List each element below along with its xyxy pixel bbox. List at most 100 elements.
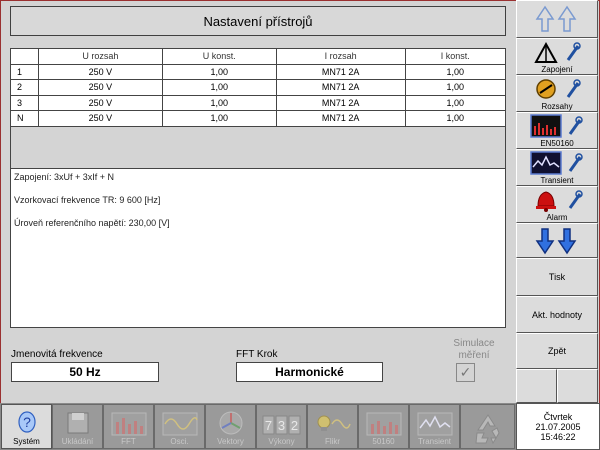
blank-button-right[interactable] [557,369,598,403]
table-cell[interactable]: MN71 2A [275,94,406,111]
clock-date: 21.07.2005 [535,421,581,432]
toolbar-label: Vektory [217,437,244,446]
connection-triangle-icon [534,41,581,63]
table-row[interactable]: 2 250 V 1,00 MN71 2A 1,00 [10,79,507,96]
table-header: I rozsah [275,48,406,65]
table-cell[interactable]: 1,00 [404,79,507,96]
nominal-frequency-field[interactable]: 50 Hz [11,362,159,382]
transient-wave-icon [530,150,583,175]
en50160-label: EN50160 [540,138,574,148]
toolbar-recycle-button[interactable] [460,404,515,449]
toolbar-power-button[interactable]: 7 3 2 Výkony [256,404,307,449]
table-header: U rozsah [38,48,163,65]
clock-time: 15:46:22 [540,431,576,442]
table-header [10,48,39,65]
toolbar-save-button[interactable]: Ukládání [52,404,103,449]
digit-3: 2 [290,418,297,433]
table-cell[interactable]: 1,00 [404,110,507,127]
zapojeni-button[interactable]: Zapojení [516,38,598,75]
double-arrow-up-icon [535,5,577,32]
svg-text:?: ? [23,414,31,430]
alarm-button[interactable]: Alarm [516,186,598,223]
digital-display-icon: 7 3 2 [262,415,300,435]
table-cell[interactable]: MN71 2A [275,63,406,80]
alarm-label: Alarm [546,212,568,222]
zapojeni-label: Zapojení [541,64,573,74]
table-row[interactable]: N 250 V 1,00 MN71 2A 1,00 [10,110,507,127]
table-cell: 1 [10,63,39,80]
table-cell[interactable]: 1,00 [161,94,277,111]
rozsahy-label: Rozsahy [541,101,573,111]
table-cell[interactable]: 1,00 [404,94,507,111]
floppy-disk-icon [67,412,88,434]
toolbar-50160-button[interactable]: 50160 [358,404,409,449]
nominal-frequency-label: Jmenovitá frekvence [11,349,103,360]
instrument-table: U rozsah U konst. I rozsah I konst. 1 25… [10,48,507,127]
connection-info: Zapojení: 3xUf + 3xIf + N [14,172,115,182]
blank-button-left[interactable] [516,369,557,403]
question-mark-icon: ? [17,411,36,433]
table-cell[interactable]: 250 V [38,79,163,96]
table-cell[interactable]: 1,00 [161,110,277,127]
table-cell[interactable]: MN71 2A [275,110,406,127]
table-header-row: U rozsah U konst. I rozsah I konst. [10,48,507,65]
simulation-label: Simulace měření [453,338,495,361]
table-cell: N [10,110,39,127]
range-gauge-icon [536,78,581,99]
toolbar-label: 50160 [372,437,395,446]
toolbar-flicker-button[interactable]: Flikr [307,404,358,449]
toolbar-label: Transient [417,437,452,446]
toolbar-fft-button[interactable]: FFT [103,404,154,449]
alarm-bell-icon [536,189,583,212]
rozsahy-button[interactable]: Rozsahy [516,75,598,112]
transient-label: Transient [540,175,574,185]
en50160-chart-icon [366,412,401,436]
table-spacer [10,127,506,169]
page-title: Nastavení přístrojů [10,6,506,36]
fft-step-label: FFT Krok [236,349,278,360]
en50160-chart-icon [530,113,583,138]
toolbar-label: Výkony [268,437,295,446]
double-arrow-down-icon [535,227,577,254]
digit-1: 7 [264,418,271,433]
scroll-down-button[interactable] [516,223,598,258]
scroll-up-button[interactable] [516,0,598,38]
digit-2: 3 [277,418,284,433]
toolbar-label: Flikr [324,437,341,446]
toolbar-label: Ukládání [61,437,94,446]
toolbar-label: Osci. [170,437,189,446]
reference-voltage-info: Úroveň referenčního napětí: 230,00 [V] [14,218,170,228]
toolbar-osci-button[interactable]: Osci. [154,404,205,449]
table-cell[interactable]: 250 V [38,63,163,80]
toolbar-system-button[interactable]: ? Systém [1,404,52,449]
oscilloscope-wave-icon [162,412,198,436]
fft-step-field[interactable]: Harmonické [236,362,383,382]
vector-diagram-icon [219,411,242,435]
sampling-frequency-info: Vzorkovací frekvence TR: 9 600 [Hz] [14,195,161,205]
flicker-bulb-icon [317,415,351,431]
recycle-icon [474,414,500,445]
transient-wave-icon [417,412,452,436]
table-row[interactable]: 1 250 V 1,00 MN71 2A 1,00 [10,63,507,80]
table-cell[interactable]: 1,00 [404,63,507,80]
table-cell[interactable]: 250 V [38,94,163,111]
toolbar-vectors-button[interactable]: Vektory [205,404,256,449]
clock-display: Čtvrtek 21.07.2005 15:46:22 [516,403,600,450]
table-cell[interactable]: 1,00 [161,63,277,80]
table-header: U konst. [161,48,277,65]
clock-day: Čtvrtek [543,411,573,422]
print-button[interactable]: Tisk [516,258,598,296]
toolbar-transient-button[interactable]: Transient [409,404,460,449]
table-row[interactable]: 3 250 V 1,00 MN71 2A 1,00 [10,94,507,111]
table-cell: 3 [10,94,39,111]
simulation-checkbox[interactable]: ✓ [456,363,475,382]
transient-button[interactable]: Transient [516,149,598,186]
table-cell[interactable]: MN71 2A [275,79,406,96]
back-button[interactable]: Zpět [516,333,598,369]
checkmark-icon: ✓ [459,364,472,380]
table-cell[interactable]: 1,00 [161,79,277,96]
en50160-button[interactable]: EN50160 [516,112,598,149]
fft-bars-icon [111,412,146,436]
table-cell[interactable]: 250 V [38,110,163,127]
current-values-button[interactable]: Akt. hodnoty [516,296,598,333]
